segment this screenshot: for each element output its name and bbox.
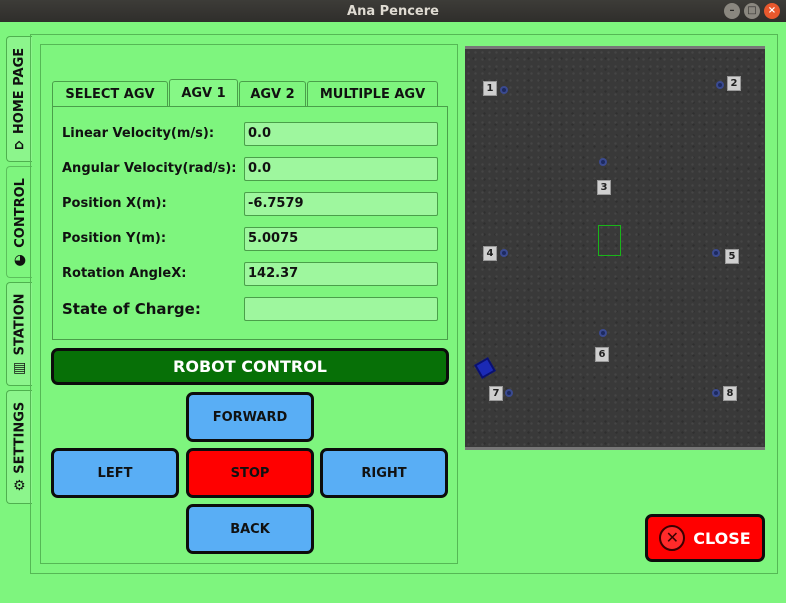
sidebar-tab-station[interactable]: ▤ STATION: [6, 282, 32, 386]
joystick-icon: ◕: [13, 251, 26, 268]
rotation-angle-field[interactable]: 142.37: [244, 262, 438, 286]
station-7: 7: [489, 386, 503, 401]
sidebar-tab-label: SETTINGS: [12, 401, 27, 474]
station-5: 5: [725, 249, 739, 264]
station-3-marker: [599, 158, 607, 166]
home-icon: ⌂: [14, 137, 25, 154]
angular-velocity-label: Angular Velocity(rad/s):: [62, 161, 237, 176]
stop-button[interactable]: STOP: [186, 448, 314, 498]
close-button-label: CLOSE: [693, 528, 751, 548]
close-button[interactable]: ✕ CLOSE: [645, 514, 765, 562]
station-1-marker: [500, 86, 508, 94]
gear-icon: ⚙: [13, 478, 26, 495]
angular-velocity-field[interactable]: 0.0: [244, 157, 438, 181]
sidebar-tab-label: STATION: [12, 293, 27, 356]
window-title: Ana Pencere: [347, 3, 439, 19]
target-zone-marker: [598, 225, 621, 256]
station-8: 8: [723, 386, 737, 401]
station-3: 3: [597, 180, 611, 195]
left-button[interactable]: LEFT: [51, 448, 179, 498]
linear-velocity-label: Linear Velocity(m/s):: [62, 126, 215, 141]
sidebar-tab-home-page[interactable]: ⌂ HOME PAGE: [6, 36, 32, 162]
station-4: 4: [483, 246, 497, 261]
linear-velocity-field[interactable]: 0.0: [244, 122, 438, 146]
tab-agv-1[interactable]: AGV 1: [169, 79, 238, 107]
agv-map-view[interactable]: 1 2 3 4 5 6 7 8: [465, 46, 765, 450]
sidebar-tab-settings[interactable]: ⚙ SETTINGS: [6, 390, 32, 504]
minimize-icon[interactable]: –: [724, 3, 740, 19]
window-titlebar: Ana Pencere – □ ×: [0, 0, 786, 22]
position-x-field[interactable]: -6.7579: [244, 192, 438, 216]
state-of-charge-label: State of Charge:: [62, 300, 201, 318]
position-y-label: Position Y(m):: [62, 231, 167, 246]
station-6-marker: [599, 329, 607, 337]
station-2: 2: [727, 76, 741, 91]
back-button[interactable]: BACK: [186, 504, 314, 554]
sidebar-tab-control[interactable]: ◕ CONTROL: [6, 166, 32, 278]
right-button[interactable]: RIGHT: [320, 448, 448, 498]
sidebar-tab-label: CONTROL: [12, 178, 27, 248]
station-1: 1: [483, 81, 497, 96]
station-6: 6: [595, 347, 609, 362]
station-4-marker: [500, 249, 508, 257]
tab-select-agv[interactable]: SELECT AGV: [52, 81, 168, 107]
maximize-icon[interactable]: □: [744, 3, 760, 19]
window-close-icon[interactable]: ×: [764, 3, 780, 19]
tab-agv-2[interactable]: AGV 2: [239, 81, 306, 107]
forward-button[interactable]: FORWARD: [186, 392, 314, 442]
station-5-marker: [712, 249, 720, 257]
robot-control-banner: ROBOT CONTROL: [51, 348, 449, 385]
position-x-label: Position X(m):: [62, 196, 167, 211]
station-8-marker: [712, 389, 720, 397]
position-y-field[interactable]: 5.0075: [244, 227, 438, 251]
state-of-charge-field[interactable]: [244, 297, 438, 321]
tab-multiple-agv[interactable]: MULTIPLE AGV: [307, 81, 438, 107]
close-icon: ✕: [659, 525, 686, 551]
window-controls: – □ ×: [724, 3, 780, 19]
station-7-marker: [505, 389, 513, 397]
station-2-marker: [716, 81, 724, 89]
station-icon: ▤: [12, 359, 27, 376]
rotation-angle-label: Rotation AngleX:: [62, 266, 187, 281]
sidebar-tab-label: HOME PAGE: [12, 47, 28, 135]
